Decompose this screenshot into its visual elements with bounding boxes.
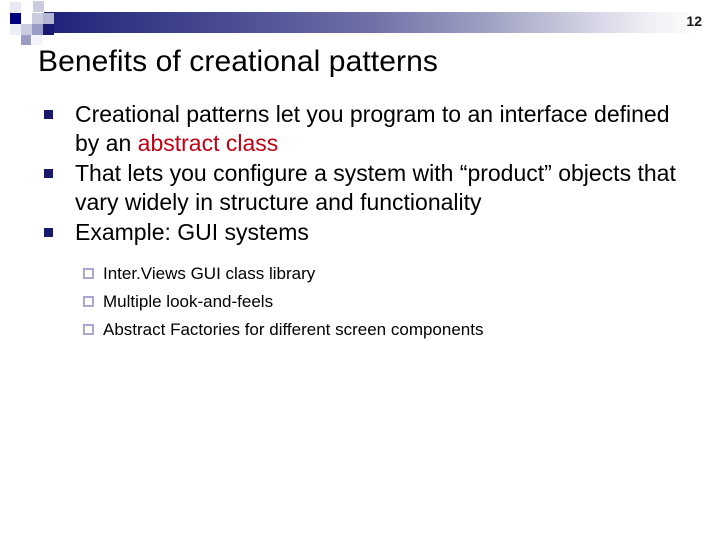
decorative-square <box>10 13 21 24</box>
bullet-accent-text: abstract class <box>137 130 279 156</box>
bullet-item: Creational patterns let you program to a… <box>42 100 692 158</box>
slide-body: Creational patterns let you program to a… <box>42 100 692 345</box>
decorative-square <box>21 13 32 24</box>
bullet-item: That lets you configure a system with “p… <box>42 159 692 217</box>
slide-title: Benefits of creational patterns <box>38 45 438 78</box>
decorative-square <box>10 24 21 35</box>
decorative-square <box>32 13 43 24</box>
decorative-square <box>21 2 32 13</box>
slide-header-decoration <box>0 0 720 45</box>
header-gradient-bar <box>44 12 720 33</box>
sub-bullet-item: Abstract Factories for different screen … <box>82 317 692 342</box>
hollow-square-bullet-icon <box>83 296 94 307</box>
square-bullet-icon <box>44 228 53 237</box>
decorative-square <box>21 35 31 45</box>
decorative-square <box>33 1 44 12</box>
decorative-square <box>10 2 21 13</box>
square-bullet-icon <box>44 110 53 119</box>
bullet-item: Example: GUI systems <box>42 218 692 247</box>
hollow-square-bullet-icon <box>83 268 94 279</box>
slide-canvas: 12 Benefits of creational patterns Creat… <box>0 0 720 540</box>
sub-bullet-text: Inter.Views GUI class library <box>103 264 316 283</box>
sub-bullet-item: Inter.Views GUI class library <box>82 261 692 286</box>
bullet-text: That lets you configure a system with “p… <box>75 160 676 215</box>
decorative-square <box>32 24 43 35</box>
bullet-text: Example: GUI systems <box>75 219 309 245</box>
sub-bullet-text: Multiple look-and-feels <box>103 292 274 311</box>
hollow-square-bullet-icon <box>83 324 94 335</box>
decorative-square <box>21 24 32 35</box>
sub-bullet-item: Multiple look-and-feels <box>82 289 692 314</box>
decorative-square <box>44 1 55 12</box>
square-bullet-icon <box>44 169 53 178</box>
page-number: 12 <box>686 13 702 29</box>
sub-bullet-list: Inter.Views GUI class library Multiple l… <box>42 261 692 342</box>
decorative-square <box>43 24 54 35</box>
sub-bullet-text: Abstract Factories for different screen … <box>103 320 484 339</box>
decorative-square <box>43 13 54 24</box>
